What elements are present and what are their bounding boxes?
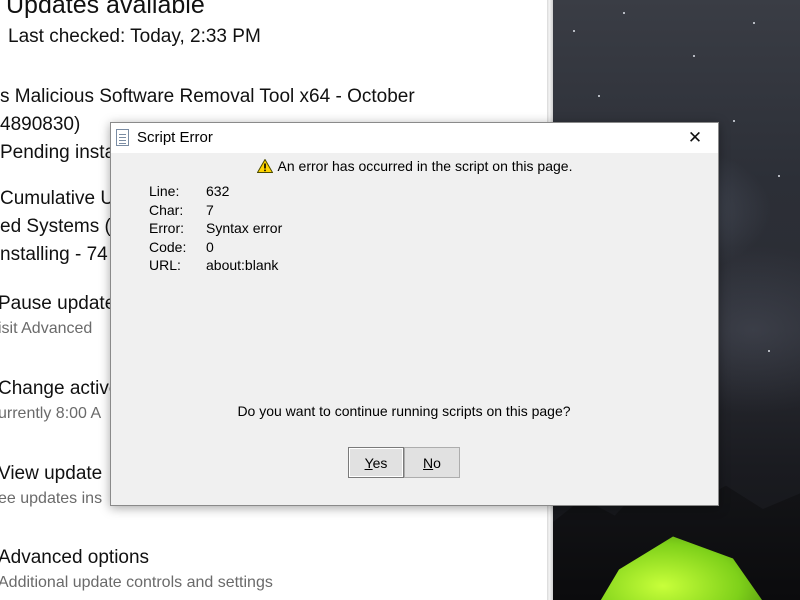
detail-label: Line: [149,183,180,199]
continue-question: Do you want to continue running scripts … [237,403,571,419]
close-icon[interactable]: ✕ [672,123,718,153]
detail-value: 0 [206,238,214,255]
detail-label: URL: [149,257,181,273]
dialog-title: Script Error [137,129,213,146]
no-accelerator: N [423,455,434,471]
update-item-subtitle: ed Systems ( [0,216,111,237]
detail-value: 632 [206,183,230,199]
yes-label-rest: es [372,455,388,471]
option-change-active-hours[interactable]: Change active [0,378,119,400]
warning-message-row: An error has occurred in the script on t… [111,158,718,174]
no-button[interactable]: No [404,447,460,478]
option-pause-updates-subtitle: isit Advanced [0,320,93,337]
update-item-status: nstalling - 74 [0,244,108,265]
warning-message: An error has occurred in the script on t… [277,158,573,174]
option-change-active-hours-subtitle: urrently 8:00 A [0,405,102,422]
option-advanced-options-subtitle: Additional update controls and settings [0,574,273,591]
detail-value: 7 [206,201,214,218]
option-advanced-options[interactable]: Advanced options [0,547,149,569]
option-pause-updates[interactable]: Pause update [0,293,115,315]
page-title: Updates available [6,0,205,19]
option-view-update-history-subtitle: ee updates ins [0,490,103,507]
no-label-rest: o [433,455,441,471]
update-item-title: s Malicious Software Removal Tool x64 - … [0,86,415,107]
script-error-dialog: Script Error ✕ An error has occurred in … [110,122,719,506]
warning-triangle-icon [256,159,273,173]
script-document-icon [116,129,129,146]
update-item-status: Pending insta [0,142,116,163]
detail-label: Error: [149,220,184,236]
detail-label: Code: [149,238,187,255]
detail-value: Syntax error [206,220,283,236]
update-item-title: Cumulative U [0,188,115,209]
detail-label: Char: [149,201,184,218]
yes-accelerator: Y [364,455,373,471]
yes-button[interactable]: Yes [348,447,404,478]
update-item-kb: 4890830) [0,114,81,135]
option-view-update-history[interactable]: View update [0,463,102,485]
detail-value: about:blank [206,257,279,273]
dialog-titlebar[interactable]: Script Error ✕ [111,123,718,153]
last-checked-text: Last checked: Today, 2:33 PM [8,26,261,47]
